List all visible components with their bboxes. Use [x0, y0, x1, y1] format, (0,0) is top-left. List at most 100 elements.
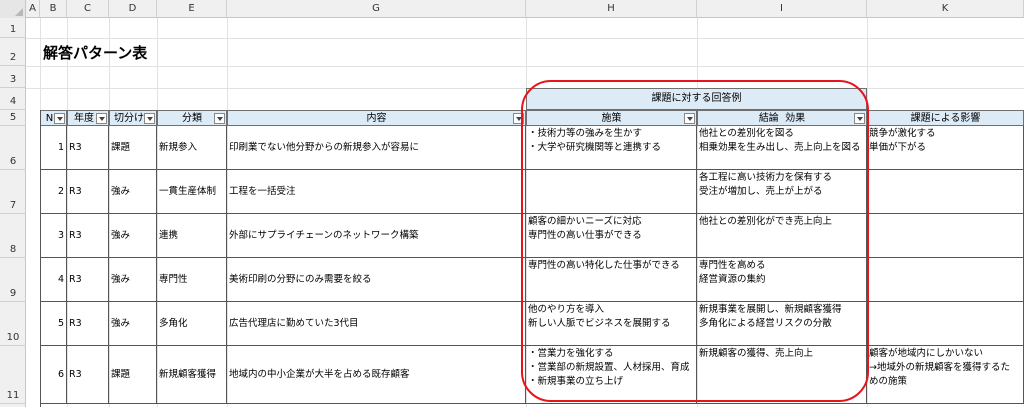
- table-cell-impact[interactable]: [867, 258, 1024, 302]
- column-header-e[interactable]: E: [157, 0, 227, 18]
- table-cell-year[interactable]: R3: [67, 302, 109, 346]
- table-cell-conclusion[interactable]: 各工程に高い技術力を保有する 受注が増加し、売上が上がる: [697, 170, 867, 214]
- table-cell-impact[interactable]: [867, 302, 1024, 346]
- column-header-c[interactable]: C: [67, 0, 109, 18]
- filter-dropdown-icon[interactable]: [54, 113, 65, 124]
- table-cell-content[interactable]: 工程を一括受注: [227, 170, 526, 214]
- table-cell-conclusion[interactable]: 新規顧客の獲得、売上向上: [697, 346, 867, 404]
- table-cell-no[interactable]: 3: [40, 214, 67, 258]
- cell-text: 外部にサプライチェーンのネットワーク構築: [229, 230, 419, 241]
- row-header-8[interactable]: 8: [0, 214, 26, 258]
- table-cell-year[interactable]: R3: [67, 170, 109, 214]
- table-cell-conclusion[interactable]: 新規事業を展開し、新規顧客獲得 多角化による経営リスクの分散: [697, 302, 867, 346]
- cell-line: 相乗効果を生み出し、売上向上を図る: [699, 142, 861, 153]
- table-cell-no[interactable]: 4: [40, 258, 67, 302]
- table-cell-year[interactable]: R3: [67, 258, 109, 302]
- filter-dropdown-icon[interactable]: [854, 113, 865, 124]
- header-conclusion[interactable]: 結論 効果: [697, 110, 867, 126]
- filter-dropdown-icon[interactable]: [684, 113, 695, 124]
- cell-line: 専門性を高める: [699, 260, 766, 271]
- row-header-10[interactable]: 10: [0, 302, 26, 346]
- filter-dropdown-icon[interactable]: [214, 113, 225, 124]
- cell-text: 強み: [111, 186, 131, 197]
- sheet-title[interactable]: 解答パターン表: [43, 42, 147, 63]
- table-cell-no[interactable]: 1: [40, 126, 67, 170]
- table-cell-content[interactable]: 印刷業でない他分野からの新規参入が容易に: [227, 126, 526, 170]
- row-header-7[interactable]: 7: [0, 170, 26, 214]
- row-header-4[interactable]: 4: [0, 88, 26, 110]
- header-no[interactable]: N: [40, 110, 67, 126]
- table-cell-cut[interactable]: 強み: [109, 170, 157, 214]
- table-cell-category[interactable]: 多角化: [157, 302, 227, 346]
- table-cell-content[interactable]: 外部にサプライチェーンのネットワーク構築: [227, 214, 526, 258]
- row-header-9[interactable]: 9: [0, 258, 26, 302]
- header-impact[interactable]: 課題による影響: [867, 110, 1024, 126]
- table-cell-cut[interactable]: 強み: [109, 302, 157, 346]
- table-cell-measures[interactable]: 顧客の細かいニーズに対応 専門性の高い仕事ができる: [526, 214, 697, 258]
- cell-text: 新規参入: [159, 142, 198, 153]
- table-cell-category[interactable]: 新規顧客獲得: [157, 346, 227, 404]
- row-header-1[interactable]: 1: [0, 18, 26, 38]
- table-cell-conclusion[interactable]: 専門性を高める 経営資源の集約: [697, 258, 867, 302]
- table-cell-measures[interactable]: ・営業力を強化する ・営業部の新規設置、人材採用、育成 ・新規事業の立ち上げ: [526, 346, 697, 404]
- cell-text: 工程を一括受注: [229, 186, 296, 197]
- group-header-answers[interactable]: 課題に対する回答例: [526, 88, 867, 110]
- table-cell-year[interactable]: R3: [67, 346, 109, 404]
- row-header-2[interactable]: 2: [0, 38, 26, 66]
- table-cell-impact[interactable]: [867, 214, 1024, 258]
- cell-line: ・新規事業の立ち上げ: [528, 376, 624, 387]
- select-all-corner[interactable]: [0, 0, 26, 18]
- column-header-g[interactable]: G: [227, 0, 526, 18]
- cell-text: R3: [69, 142, 82, 153]
- filter-dropdown-icon[interactable]: [96, 113, 107, 124]
- cell-line: ・営業力を強化する: [528, 348, 614, 359]
- column-header-k[interactable]: K: [867, 0, 1024, 18]
- table-cell-no[interactable]: 6: [40, 346, 67, 404]
- table-cell-category[interactable]: 一貫生産体制: [157, 170, 227, 214]
- header-cut[interactable]: 切分け: [109, 110, 157, 126]
- table-cell-cut[interactable]: 強み: [109, 258, 157, 302]
- table-cell-conclusion[interactable]: 他社との差別化を図る 相乗効果を生み出し、売上向上を図る: [697, 126, 867, 170]
- header-year[interactable]: 年度: [67, 110, 109, 126]
- filter-dropdown-icon[interactable]: [144, 113, 155, 124]
- header-content[interactable]: 内容: [227, 110, 526, 126]
- cell-text: 新規顧客獲得: [159, 369, 217, 380]
- cell-text: 強み: [111, 318, 131, 329]
- row-header-6[interactable]: 6: [0, 126, 26, 170]
- table-cell-measures[interactable]: 他のやり方を導入 新しい人脈でビジネスを展開する: [526, 302, 697, 346]
- column-header-h[interactable]: H: [526, 0, 697, 18]
- row-header-5[interactable]: 5: [0, 110, 26, 126]
- cell-text: 5: [57, 318, 64, 329]
- table-cell-conclusion[interactable]: 他社との差別化ができ売上向上: [697, 214, 867, 258]
- table-cell-category[interactable]: 専門性: [157, 258, 227, 302]
- header-category[interactable]: 分類: [157, 110, 227, 126]
- table-cell-cut[interactable]: 課題: [109, 346, 157, 404]
- column-header-i[interactable]: I: [697, 0, 867, 18]
- table-cell-year[interactable]: R3: [67, 126, 109, 170]
- column-header-d[interactable]: D: [109, 0, 157, 18]
- table-cell-no[interactable]: 2: [40, 170, 67, 214]
- filter-dropdown-icon[interactable]: [513, 113, 524, 124]
- column-header-b[interactable]: B: [40, 0, 67, 18]
- row-header-11[interactable]: 11: [0, 346, 26, 404]
- table-cell-measures[interactable]: [526, 170, 697, 214]
- table-cell-measures[interactable]: 専門性の高い特化した仕事ができる: [526, 258, 697, 302]
- table-cell-impact[interactable]: 顧客が地域内にしかいない →地域外の新規顧客を獲得するた めの施策: [867, 346, 1024, 404]
- header-measures[interactable]: 施策: [526, 110, 697, 126]
- table-cell-no[interactable]: 5: [40, 302, 67, 346]
- table-cell-category[interactable]: 新規参入: [157, 126, 227, 170]
- table-cell-impact[interactable]: [867, 170, 1024, 214]
- table-cell-content[interactable]: 美術印刷の分野にのみ需要を絞る: [227, 258, 526, 302]
- table-cell-year[interactable]: R3: [67, 214, 109, 258]
- table-cell-content[interactable]: 地域内の中小企業が大半を占める既存顧客: [227, 346, 526, 404]
- table-cell-content[interactable]: 広告代理店に勤めていた3代目: [227, 302, 526, 346]
- column-header-a[interactable]: A: [26, 0, 40, 18]
- table-cell-cut[interactable]: 課題: [109, 126, 157, 170]
- cell-line: ・大学や研究機関等と連携する: [528, 142, 662, 153]
- table-cell-measures[interactable]: ・技術力等の強みを生かす ・大学や研究機関等と連携する: [526, 126, 697, 170]
- table-cell-impact[interactable]: 競争が激化する 単価が下がる: [867, 126, 1024, 170]
- cell-line: 各工程に高い技術力を保有する: [699, 172, 833, 183]
- table-cell-category[interactable]: 連携: [157, 214, 227, 258]
- row-header-3[interactable]: 3: [0, 66, 26, 88]
- table-cell-cut[interactable]: 強み: [109, 214, 157, 258]
